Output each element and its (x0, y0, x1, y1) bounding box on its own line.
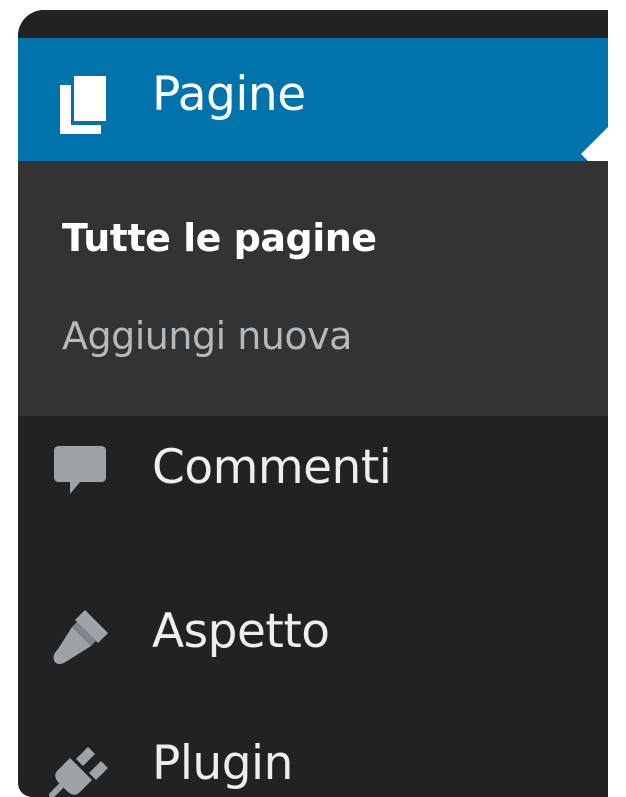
admin-sidebar: Pagine Tutte le pagine Aggiungi nuova Co… (18, 10, 608, 797)
comment-icon (52, 444, 108, 500)
sidebar-item-label: Pagine (152, 67, 306, 122)
sidebar-item-label: Commenti (152, 440, 392, 495)
submenu-item-all-pages[interactable]: Tutte le pagine (62, 219, 377, 257)
submenu-item-add-new[interactable]: Aggiungi nuova (62, 317, 352, 355)
sidebar-item-label: Aspetto (152, 604, 330, 659)
sidebar-item-pagine[interactable]: Pagine (18, 38, 608, 182)
plug-icon (49, 740, 108, 797)
sidebar-item-commenti[interactable]: Commenti (18, 416, 608, 534)
sidebar-item-plugin[interactable]: Plugin (18, 715, 608, 797)
paintbrush-icon (52, 608, 108, 664)
sidebar-item-label: Plugin (152, 736, 293, 791)
sidebar-top-strip (18, 10, 608, 38)
pages-submenu: Tutte le pagine Aggiungi nuova (18, 161, 608, 416)
sidebar-item-aspetto[interactable]: Aspetto (18, 580, 608, 698)
pages-icon (54, 76, 106, 134)
